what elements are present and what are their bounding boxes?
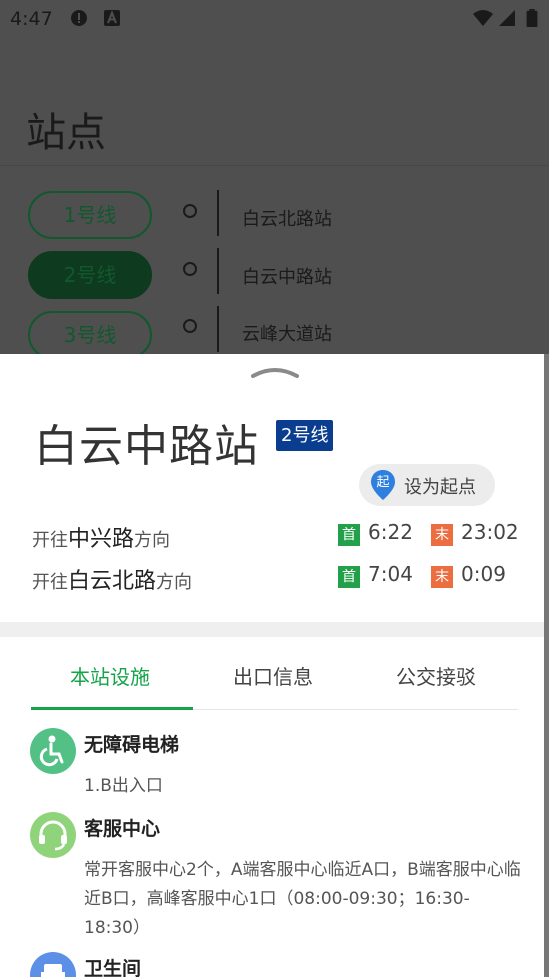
facility-title: 客服中心 [84,818,161,840]
toilet-icon [30,952,76,977]
headset-icon [30,812,76,858]
direction-destination: 中兴路 [68,527,135,552]
line-badge: 2号线 [276,420,334,451]
first-train-time: 6:22 [368,520,413,544]
signal-icon [499,10,515,26]
station-item-2[interactable]: 白云中路站 [242,263,332,289]
tab-exits[interactable]: 出口信息 [233,661,313,690]
facility-title: 卫生间 [84,958,142,977]
first-train-tag: 首 [338,524,360,546]
status-bar: 4:47 [0,0,549,38]
last-train-time: 0:09 [461,562,506,586]
direction-suffix: 方向 [156,572,193,593]
tab-bus-transfer[interactable]: 公交接驳 [396,661,476,690]
tab-active-indicator [31,707,193,710]
wifi-icon [473,10,493,26]
last-train-tag: 末 [431,566,453,588]
station-line-segment [217,306,219,352]
battery-icon [526,9,538,27]
tab-facilities[interactable]: 本站设施 [70,661,150,690]
direction-prefix: 开往 [32,530,68,551]
first-train-tag: 首 [338,566,360,588]
station-detail-sheet: 白云中路站 2号线 起 设为起点 开往中兴路方向 首 6:22 末 23:02 … [0,354,544,977]
facility-item: 客服中心 常开客服中心2个，A端客服中心临近A口，B端客服中心临近B口，高峰客服… [30,812,521,952]
chevron-up-icon[interactable] [251,362,299,380]
station-dot [183,262,197,276]
station-dot [183,319,197,333]
station-item-1[interactable]: 白云北路站 [242,205,332,231]
set-start-button[interactable]: 起 设为起点 [359,464,495,506]
station-dot [183,204,197,218]
page-title: 站点 [26,110,106,156]
first-train-time: 7:04 [368,562,413,586]
line-1-button[interactable]: 1号线 [28,191,152,239]
station-name: 白云中路站 [34,421,259,472]
tab-bar: 本站设施 出口信息 公交接驳 [0,637,544,712]
station-item-3[interactable]: 云峰大道站 [242,320,332,346]
alert-icon [71,10,87,26]
direction-suffix: 方向 [134,530,171,551]
station-line-segment [217,248,219,294]
start-pin-label: 起 [376,475,390,490]
last-train-tag: 末 [431,524,453,546]
direction-text: 开往白云北路方向 [32,563,192,595]
wheelchair-icon [30,728,76,774]
direction-text: 开往中兴路方向 [32,521,170,553]
app-notification-icon [104,10,120,26]
facility-title: 无障碍电梯 [84,734,180,756]
facility-description: 常开客服中心2个，A端客服中心临近A口，B端客服中心临近B口，高峰客服中心1口（… [84,860,521,938]
direction-row: 开往中兴路方向 首 6:22 末 23:02 [32,519,522,553]
line-2-button[interactable]: 2号线 [28,251,152,299]
facility-item: 无障碍电梯 1.B出入口 [30,728,520,810]
section-divider [0,622,544,637]
set-start-label: 设为起点 [404,477,476,498]
facility-item: 卫生间 [30,952,520,977]
header-divider [0,165,549,166]
scrollbar[interactable] [544,354,549,977]
direction-destination: 白云北路 [68,569,157,594]
status-time: 4:47 [10,8,53,30]
facility-description: 1.B出入口 [84,776,163,796]
line-3-button[interactable]: 3号线 [28,311,152,359]
direction-prefix: 开往 [32,572,68,593]
station-line-segment [217,190,219,236]
last-train-time: 23:02 [461,520,519,544]
direction-row: 开往白云北路方向 首 7:04 末 0:09 [32,561,522,595]
